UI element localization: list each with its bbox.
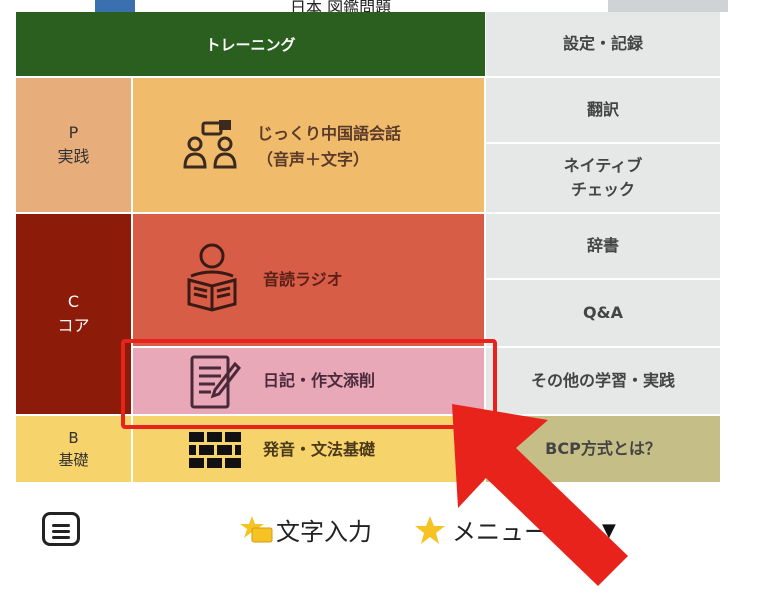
menu-caret-icon: ▼ [602, 520, 616, 541]
conversation-practice-label: じっくり中国語会話 [257, 124, 402, 143]
menu-star-icon [415, 516, 445, 544]
top-strip-blue-segment [95, 0, 135, 12]
practice-letter: P [68, 123, 79, 142]
brick-wall-icon [189, 432, 241, 468]
practice-label: P 実践 [16, 78, 131, 212]
top-cut-strip: 日本 図鑑問題 [0, 0, 774, 17]
core-name: コア [57, 316, 90, 335]
menu-button[interactable]: メニュー [452, 512, 548, 547]
native-check-button[interactable]: ネイティブ チェック [486, 144, 720, 212]
dictionary-button[interactable]: 辞書 [486, 214, 720, 278]
bcp-method-button[interactable]: BCP方式とは？ [486, 416, 720, 482]
basics-label: B 基礎 [16, 416, 131, 482]
basics-letter: B [68, 429, 79, 447]
basics-name: 基礎 [58, 451, 89, 469]
reading-person-icon [187, 243, 237, 312]
practice-name: 実践 [57, 147, 90, 166]
native-check-line1: ネイティブ [563, 156, 643, 175]
core-label: C コア [16, 214, 131, 414]
native-check-line2: チェック [570, 180, 635, 199]
keyboard-icon[interactable] [42, 512, 80, 546]
conversation-practice-button[interactable]: じっくり中国語会話 （音声＋文字） [133, 78, 484, 212]
training-header: トレーニング [16, 12, 485, 76]
star-icon [240, 516, 273, 543]
reading-radio-button[interactable]: 音読ラジオ [133, 214, 484, 346]
pronunciation-grammar-label: 発音・文法基礎 [263, 440, 376, 459]
conversation-people-icon [183, 120, 237, 169]
highlight-box [121, 339, 497, 429]
core-letter: C [67, 292, 80, 311]
qa-button[interactable]: Q&A [486, 280, 720, 346]
settings-record-button[interactable]: 設定・記録 [486, 12, 720, 76]
text-input-button[interactable]: 文字入力 [276, 512, 372, 547]
translation-button[interactable]: 翻訳 [486, 78, 720, 142]
top-strip-grey-segment [608, 0, 728, 12]
other-study-button[interactable]: その他の学習・実践 [486, 348, 720, 414]
reading-radio-label: 音読ラジオ [263, 270, 343, 289]
conversation-practice-sub: （音声＋文字） [257, 150, 370, 169]
